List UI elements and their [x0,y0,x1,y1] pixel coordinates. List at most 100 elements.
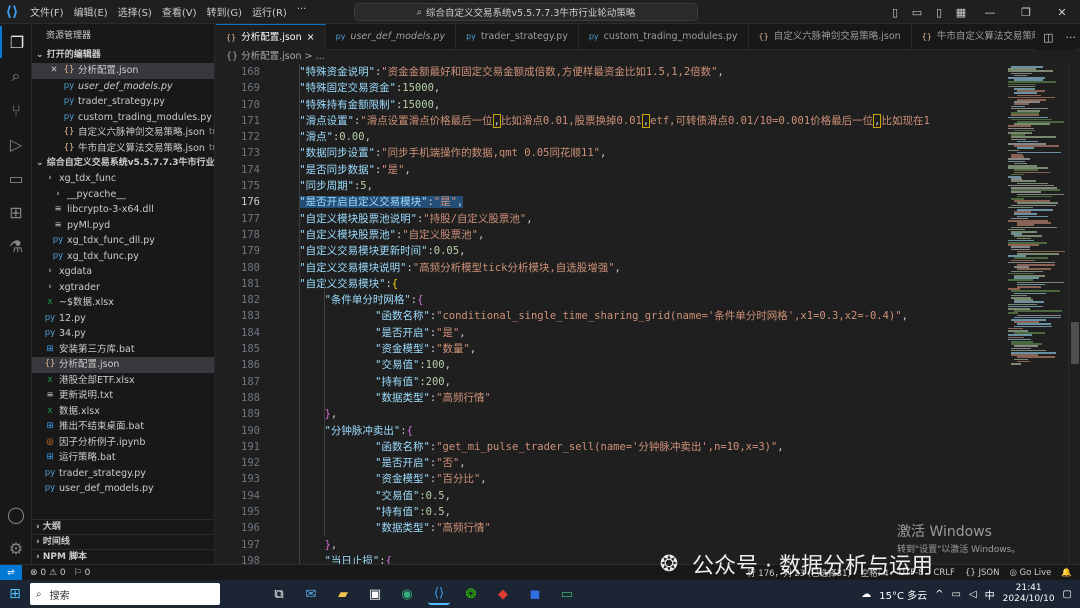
file-item[interactable]: x ~$数据.xlsx [32,295,214,311]
editor-tab[interactable]: py user_def_models.py [326,24,457,50]
code-line[interactable]: "特殊资金说明":"资金金额最好和固定交易金额成倍数,方便样最资金比如1.5,1… [274,64,1006,80]
tray-overflow-icon[interactable]: ^ [935,589,943,600]
minimap[interactable] [1006,64,1068,564]
code-line[interactable]: "自定义交易模块更新时间":0.05, [274,243,1006,259]
code-line[interactable]: "资金模型":"百分比", [274,471,1006,487]
code-line[interactable]: "是否开启":"否", [274,455,1006,471]
code-line[interactable]: "函数名称":"get_mi_pulse_trader_sell(name='分… [274,439,1006,455]
editor-tab[interactable]: py trader_strategy.py [456,24,579,50]
open-editor-item[interactable]: {}自定义六脉神剑交易策略.jsontr... [32,125,214,141]
breadcrumb[interactable]: {} 分析配置.json > ... [216,50,1080,64]
restore-icon[interactable]: ❐ [1008,6,1044,19]
file-item[interactable]: py xg_tdx_func_dll.py [32,233,214,249]
task-view-icon[interactable]: ⧉ [268,583,290,605]
file-item[interactable]: ≡ 更新说明.txt [32,388,214,404]
file-item[interactable]: {} 分析配置.json [32,357,214,373]
code-line[interactable]: "自定义模块股票池说明":"持股/自定义股票池", [274,211,1006,227]
open-editor-item[interactable]: py user_def_models.py [32,79,214,95]
notification-center-icon[interactable]: ▢ [1063,589,1072,600]
vertical-scrollbar[interactable] [1068,64,1080,564]
code-line[interactable]: "自定义交易模块":{ [274,276,1006,292]
code-line[interactable]: "滑点设置":"滑点设置滑点价格最后一位,比如滑点0.01,股票换掉0.01,e… [274,113,1006,129]
file-item[interactable]: py 34.py [32,326,214,342]
open-editor-item[interactable]: {}牛市自定义算法交易策略.jsontr... [32,141,214,157]
open-editors-header[interactable]: ⌄ 打开的编辑器 [32,48,214,63]
code-line[interactable]: }, [274,406,1006,422]
taskbar-search[interactable]: ⌕ 搜索 [30,583,220,605]
code-line[interactable]: "特殊固定交易资金":15000, [274,80,1006,96]
workspace-header[interactable]: ⌄ 综合自定义交易系统v5.5.7.7.3牛市行业轮动策... [32,156,214,171]
code-line[interactable]: "滑点":0.00, [274,129,1006,145]
problems-count[interactable]: ⊗ 0 ⚠ 0 [30,568,66,578]
app-blue-icon[interactable]: ◼ [524,583,546,605]
editor-tab[interactable]: {} 分析配置.json × [216,24,326,50]
code-line[interactable]: "数据类型":"高频行情" [274,390,1006,406]
ime-indicator[interactable]: 中 [985,587,995,602]
minimize-icon[interactable]: — [972,6,1008,19]
code-line[interactable]: "是否同步数据":"是", [274,162,1006,178]
file-item[interactable]: ⊞ 安装第三方库.bat [32,342,214,358]
language-mode[interactable]: {} JSON [965,568,999,578]
more-actions-icon[interactable]: ··· [1066,31,1077,44]
code-line[interactable]: "函数名称":"conditional_single_time_sharing_… [274,308,1006,324]
npm-scripts-section[interactable]: › NPM 脚本 [32,549,214,564]
menu-view[interactable]: 查看(V) [162,4,197,19]
app-red-icon[interactable]: ◆ [492,583,514,605]
toggle-panel-icon[interactable]: ▭ [906,6,928,19]
ports-count[interactable]: ⚐ 0 [74,568,91,578]
network-icon[interactable]: ▭ [952,589,961,600]
app-green-icon[interactable]: ▭ [556,583,578,605]
code-line[interactable]: "自定义模块股票池":"自定义股票池", [274,227,1006,243]
file-item[interactable]: py trader_strategy.py [32,466,214,482]
wechat-taskbar-icon[interactable]: ❂ [460,583,482,605]
close-icon[interactable]: ✕ [1044,6,1080,19]
code-line[interactable]: "分钟脉冲卖出":{ [274,423,1006,439]
vscode-taskbar-icon[interactable]: ⟨⟩ [428,583,450,605]
code-line[interactable]: "自定义交易模块说明":"高频分析模型tick分析模块,自选股增强", [274,260,1006,276]
clock[interactable]: 21:41 2024/10/10 [1003,583,1055,605]
customize-layout-icon[interactable]: ▦ [950,6,972,19]
menu-more[interactable]: ··· [297,4,307,19]
file-item[interactable]: ◎ 因子分析例子.ipynb [32,435,214,451]
open-editor-item[interactable]: ✕{} 分析配置.json [32,63,214,79]
file-explorer-icon[interactable]: ▰ [332,583,354,605]
folder-item[interactable]: › xg_tdx_func [32,171,214,187]
outline-section[interactable]: › 大纲 [32,519,214,534]
folder-item[interactable]: › xgtrader [32,280,214,296]
run-debug-icon[interactable]: ▷ [0,128,32,160]
remote-explorer-icon[interactable]: ▭ [0,162,32,194]
source-control-icon[interactable]: ⑂ [0,94,32,126]
folder-item[interactable]: › xgdata [32,264,214,280]
code-line[interactable]: "资金模型":"数量", [274,341,1006,357]
open-editor-item[interactable]: pycustom_trading_modules.pycus... [32,110,214,126]
file-item[interactable]: py xg_tdx_func.py [32,249,214,265]
code-line[interactable]: "条件单分时网格":{ [274,292,1006,308]
code-line[interactable]: "持有值":0.5, [274,504,1006,520]
code-lines[interactable]: "特殊资金说明":"资金金额最好和固定交易金额成倍数,方便样最资金比如1.5,1… [274,64,1006,564]
menu-edit[interactable]: 编辑(E) [74,4,108,19]
code-line[interactable]: "交易值":0.5, [274,488,1006,504]
code-line[interactable]: "持有值":200, [274,374,1006,390]
weather-text[interactable]: 15°C 多云 [879,587,927,602]
accounts-icon[interactable]: ◯ [0,498,32,530]
file-item[interactable]: py user_def_models.py [32,481,214,497]
go-live-button[interactable]: ◎ Go Live [1009,568,1051,578]
extensions-icon[interactable]: ⊞ [0,196,32,228]
code-line[interactable]: "交易值":100, [274,357,1006,373]
menu-selection[interactable]: 选择(S) [118,4,152,19]
menu-file[interactable]: 文件(F) [30,4,64,19]
code-line[interactable]: "数据同步设置":"同步手机端操作的数据,qmt 0.05同花顺11", [274,145,1006,161]
tab-close-icon[interactable]: × [307,25,315,51]
toggle-sidebar-icon[interactable]: ▯ [884,6,906,19]
scrollbar-thumb[interactable] [1071,322,1079,364]
edge-browser-icon[interactable]: ◉ [396,583,418,605]
folder-item[interactable]: › __pycache__ [32,187,214,203]
open-editor-item[interactable]: py trader_strategy.py [32,94,214,110]
editor-tab[interactable]: {} 自定义六脉神剑交易策略.json [749,24,912,50]
volume-icon[interactable]: ◁ [969,589,977,600]
editor-tab[interactable]: py custom_trading_modules.py [579,24,749,50]
code-line[interactable]: "同步周期":5, [274,178,1006,194]
file-item[interactable]: ⊞ 运行策略.bat [32,450,214,466]
remote-indicator-icon[interactable]: ⇌ [0,564,22,581]
code-line[interactable]: "是否开启自定义交易模块":"是", [274,194,1006,210]
